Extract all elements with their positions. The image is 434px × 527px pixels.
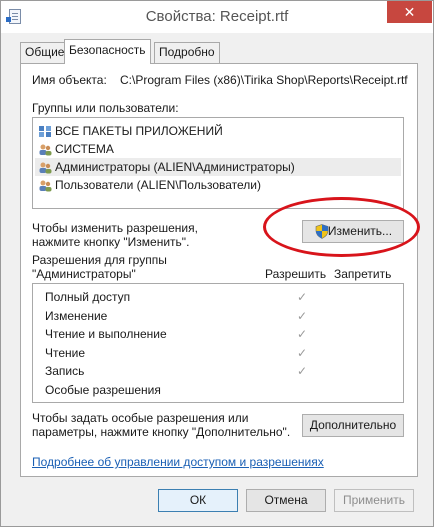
advanced-hint-line1: Чтобы задать особые разрешения или bbox=[32, 411, 249, 425]
users-icon bbox=[39, 162, 52, 174]
group-name: Администраторы (ALIEN\Администраторы) bbox=[55, 160, 295, 174]
permissions-title-line2: "Администраторы" bbox=[32, 267, 136, 281]
permission-name: Запись bbox=[45, 364, 85, 378]
permission-name: Полный доступ bbox=[45, 290, 131, 304]
table-row: Изменение ✓ bbox=[45, 307, 399, 325]
table-row: Полный доступ ✓ bbox=[45, 288, 399, 306]
table-row: Запись ✓ bbox=[45, 362, 399, 380]
permission-name: Особые разрешения bbox=[45, 382, 161, 397]
tab-security[interactable]: Безопасность bbox=[64, 39, 151, 64]
list-item[interactable]: Администраторы (ALIEN\Администраторы) bbox=[35, 158, 401, 176]
advanced-button[interactable]: Дополнительно bbox=[302, 414, 404, 437]
advanced-hint-line2: параметры, нажмите кнопку "Дополнительно… bbox=[32, 425, 291, 439]
tab-general[interactable]: Общие bbox=[20, 42, 70, 63]
cancel-button[interactable]: Отмена bbox=[246, 489, 326, 512]
table-row: Чтение ✓ bbox=[45, 344, 399, 362]
group-name: ВСЕ ПАКЕТЫ ПРИЛОЖЕНИЙ bbox=[55, 124, 223, 138]
shield-icon bbox=[315, 224, 329, 239]
permission-name: Изменение bbox=[45, 308, 108, 323]
table-row: Особые разрешения bbox=[45, 381, 399, 399]
permissions-title-line1: Разрешения для группы bbox=[32, 253, 167, 267]
ok-button[interactable]: ОК bbox=[158, 489, 238, 512]
list-item[interactable]: ВСЕ ПАКЕТЫ ПРИЛОЖЕНИЙ bbox=[35, 122, 401, 140]
group-name: СИСТЕМА bbox=[55, 142, 114, 156]
users-icon bbox=[39, 180, 52, 192]
object-name-label: Имя объекта: bbox=[32, 73, 107, 87]
list-item[interactable]: СИСТЕМА bbox=[35, 140, 401, 158]
change-hint-line2: нажмите кнопку "Изменить". bbox=[32, 235, 190, 249]
app-packages-icon bbox=[39, 126, 51, 137]
change-hint-line1: Чтобы изменить разрешения, bbox=[32, 221, 198, 235]
allow-check-icon: ✓ bbox=[297, 364, 308, 378]
allow-column-header: Разрешить bbox=[265, 267, 327, 281]
groups-list[interactable]: ВСЕ ПАКЕТЫ ПРИЛОЖЕНИЙ СИСТЕМА Администра… bbox=[32, 117, 404, 209]
properties-dialog: Свойства: Receipt.rtf ✕ Общие Безопаснос… bbox=[0, 0, 434, 527]
learn-more-link[interactable]: Подробнее об управлении доступом и разре… bbox=[32, 455, 324, 469]
table-row: Чтение и выполнение ✓ bbox=[45, 325, 399, 343]
permissions-list: Полный доступ ✓ Изменение ✓ Чтение и выполне… bbox=[32, 283, 404, 403]
edit-button-label: Изменить... bbox=[327, 224, 393, 238]
allow-check-icon: ✓ bbox=[297, 345, 308, 360]
allow-check-icon: ✓ bbox=[297, 290, 308, 304]
allow-check-icon: ✓ bbox=[297, 308, 308, 323]
group-name: Пользователи (ALIEN\Пользователи) bbox=[55, 178, 261, 192]
groups-label: Группы или пользователи: bbox=[32, 101, 179, 115]
title-bar: Свойства: Receipt.rtf ✕ bbox=[1, 1, 433, 33]
apply-button[interactable]: Применить bbox=[334, 489, 414, 512]
users-icon bbox=[39, 144, 52, 156]
permission-name: Чтение и выполнение bbox=[45, 327, 167, 341]
edit-permissions-button[interactable]: Изменить... bbox=[302, 220, 404, 243]
permission-name: Чтение bbox=[45, 345, 86, 360]
deny-column-header: Запретить bbox=[334, 267, 392, 281]
close-button[interactable]: ✕ bbox=[387, 1, 432, 23]
list-item[interactable]: Пользователи (ALIEN\Пользователи) bbox=[35, 176, 401, 194]
allow-check-icon: ✓ bbox=[297, 327, 308, 341]
object-name-value: C:\Program Files (x86)\Tirika Shop\Repor… bbox=[120, 73, 408, 87]
window-title: Свойства: Receipt.rtf bbox=[145, 8, 289, 25]
tab-details[interactable]: Подробно bbox=[154, 42, 220, 63]
security-panel: Имя объекта: C:\Program Files (x86)\Tiri… bbox=[20, 63, 418, 477]
